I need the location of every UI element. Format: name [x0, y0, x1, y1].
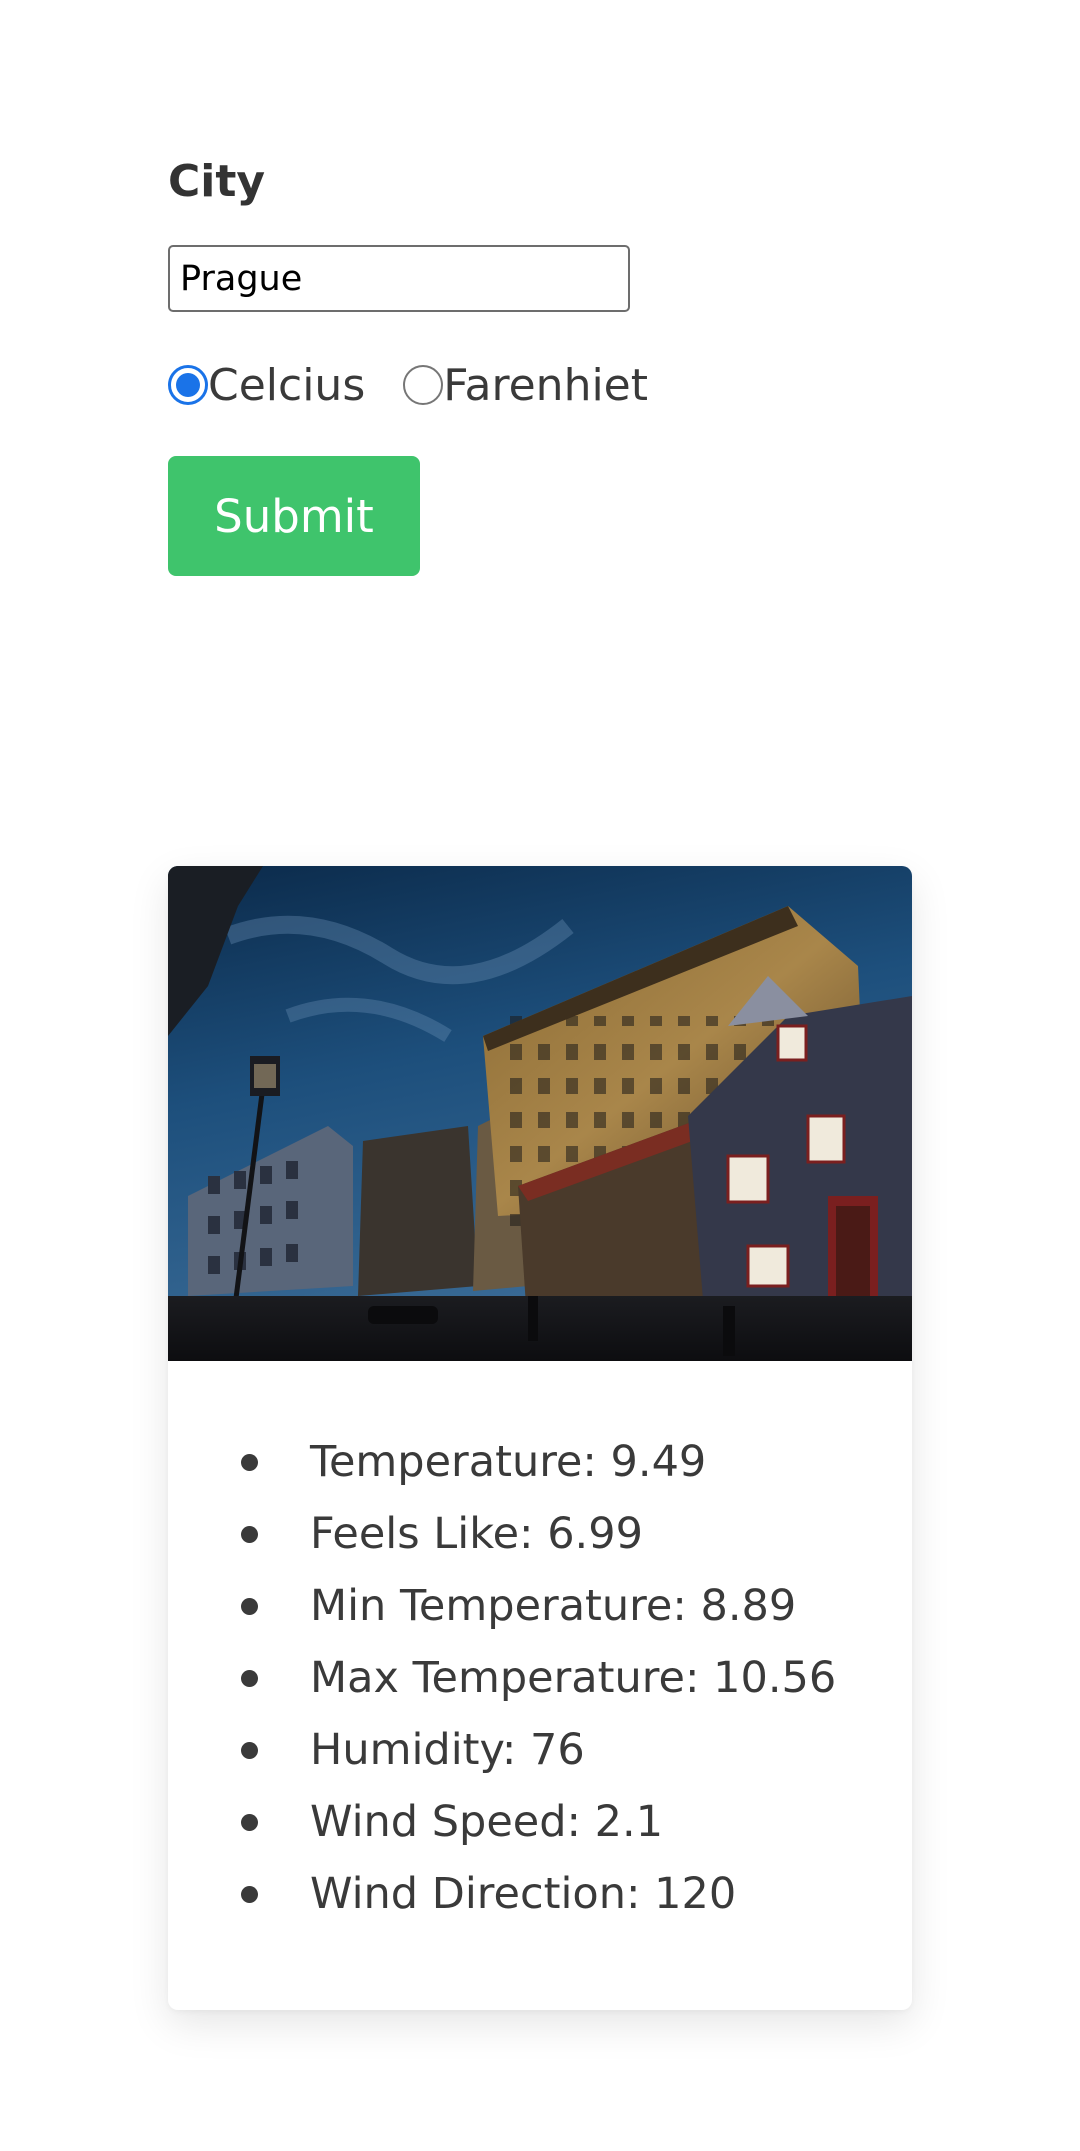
city-label: City: [168, 156, 266, 207]
stat-wind-direction: Wind Direction: 120: [168, 1858, 912, 1930]
bullet-icon: [241, 1886, 258, 1903]
stat-min-temperature: Min Temperature: 8.89: [168, 1570, 912, 1642]
farenhiet-label: Farenhiet: [443, 359, 648, 411]
bullet-icon: [241, 1814, 258, 1831]
page: City Celcius Farenhiet Submit: [0, 0, 1080, 2151]
weather-stats-list: Temperature: 9.49 Feels Like: 6.99 Min T…: [168, 1426, 912, 1930]
city-input[interactable]: [168, 245, 630, 312]
bullet-icon: [241, 1526, 258, 1543]
farenhiet-radio[interactable]: [403, 365, 444, 405]
unit-option-farenhiet[interactable]: Farenhiet: [403, 360, 648, 411]
stat-min-temperature-text: Min Temperature: 8.89: [310, 1581, 797, 1631]
stat-wind-direction-text: Wind Direction: 120: [310, 1869, 737, 1919]
bullet-icon: [241, 1670, 258, 1687]
stat-humidity: Humidity: 76: [168, 1714, 912, 1786]
city-photo: [168, 866, 912, 1361]
stat-humidity-text: Humidity: 76: [310, 1725, 585, 1775]
stat-wind-speed: Wind Speed: 2.1: [168, 1786, 912, 1858]
bullet-icon: [241, 1742, 258, 1759]
celcius-radio[interactable]: [168, 365, 208, 405]
stat-max-temperature-text: Max Temperature: 10.56: [310, 1653, 837, 1703]
stat-wind-speed-text: Wind Speed: 2.1: [310, 1797, 664, 1847]
unit-radio-group: Celcius Farenhiet: [168, 350, 648, 420]
bullet-icon: [241, 1454, 258, 1471]
weather-card: Temperature: 9.49 Feels Like: 6.99 Min T…: [168, 866, 912, 2010]
submit-button[interactable]: Submit: [168, 456, 420, 576]
stat-temperature: Temperature: 9.49: [168, 1426, 912, 1498]
bullet-icon: [241, 1598, 258, 1615]
stat-max-temperature: Max Temperature: 10.56: [168, 1642, 912, 1714]
celcius-label: Celcius: [208, 359, 366, 411]
stat-feels-like-text: Feels Like: 6.99: [310, 1509, 643, 1559]
stat-temperature-text: Temperature: 9.49: [310, 1437, 707, 1487]
stat-feels-like: Feels Like: 6.99: [168, 1498, 912, 1570]
unit-option-celcius[interactable]: Celcius: [168, 360, 365, 411]
weather-form: City Celcius Farenhiet Submit: [168, 150, 768, 576]
